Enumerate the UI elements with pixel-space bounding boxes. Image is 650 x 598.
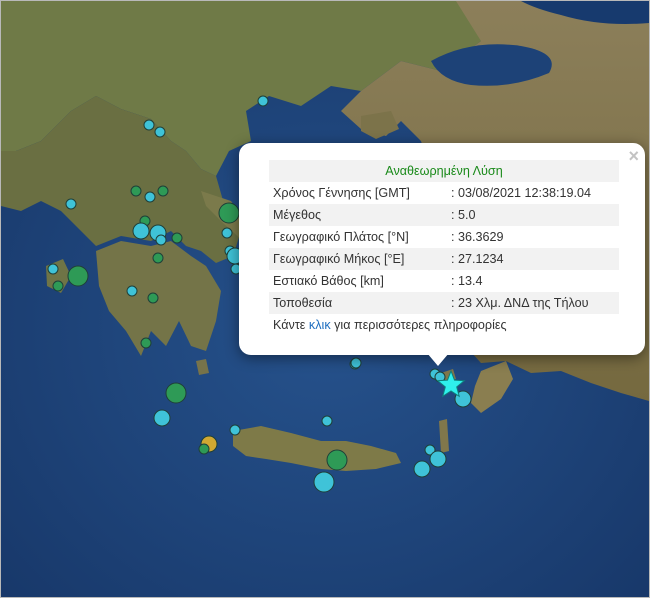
- earthquake-marker[interactable]: [326, 449, 348, 471]
- detail-label: Γεωγραφικό Μήκος [°E]: [269, 248, 447, 270]
- more-info-line: Κάντε κλικ για περισσότερες πληροφορίες: [269, 314, 619, 336]
- earthquake-marker[interactable]: [157, 185, 169, 197]
- map-view[interactable]: × Αναθεωρημένη Λύση Χρόνος Γέννησης [GMT…: [0, 0, 650, 598]
- more-info-prefix: Κάντε: [273, 318, 306, 332]
- earthquake-marker[interactable]: [153, 409, 171, 427]
- earthquake-marker[interactable]: [313, 471, 335, 493]
- popup-title: Αναθεωρημένη Λύση: [269, 160, 619, 182]
- earthquake-marker[interactable]: [218, 202, 240, 224]
- more-info-suffix: για περισσότερες πληροφορίες: [334, 318, 507, 332]
- detail-label: Γεωγραφικό Πλάτος [°N]: [273, 230, 409, 244]
- earthquake-marker[interactable]: [143, 119, 155, 131]
- earthquake-marker[interactable]: [47, 263, 59, 275]
- detail-value: : 27.1234: [447, 248, 619, 270]
- earthquake-popup: × Αναθεωρημένη Λύση Χρόνος Γέννησης [GMT…: [239, 143, 645, 355]
- earthquake-marker[interactable]: [221, 227, 233, 239]
- popup-pointer: [427, 353, 449, 366]
- earthquake-marker[interactable]: [413, 460, 431, 478]
- earthquake-marker[interactable]: [198, 443, 210, 455]
- earthquake-marker[interactable]: [155, 234, 167, 246]
- more-info-link[interactable]: κλικ: [309, 318, 331, 332]
- detail-row: Χρόνος Γέννησης [GMT] : 03/08/2021 12:38…: [269, 182, 619, 204]
- detail-value: : 23 Χλμ. ΔΝΔ της Τήλου: [447, 292, 619, 314]
- earthquake-marker[interactable]: [130, 185, 142, 197]
- detail-row: Τοποθεσία : 23 Χλμ. ΔΝΔ της Τήλου: [269, 292, 619, 314]
- detail-row: Γεωγραφικό Πλάτος [°N] : 36.3629: [269, 226, 619, 248]
- detail-row: Μέγεθος : 5.0: [269, 204, 619, 226]
- detail-row: Γεωγραφικό Μήκος [°E] : 27.1234: [269, 248, 619, 270]
- earthquake-marker[interactable]: [257, 95, 269, 107]
- detail-value: : 5.0: [447, 204, 619, 226]
- detail-row: Εστιακό Βάθος [km] : 13.4: [269, 270, 619, 292]
- earthquake-marker[interactable]: [350, 357, 362, 369]
- detail-value: : 36.3629: [451, 230, 504, 244]
- earthquake-marker[interactable]: [154, 126, 166, 138]
- detail-value: : 13.4: [451, 274, 483, 288]
- earthquake-marker[interactable]: [171, 232, 183, 244]
- detail-label: Εστιακό Βάθος [km]: [273, 274, 384, 288]
- earthquake-marker[interactable]: [147, 292, 159, 304]
- earthquake-marker[interactable]: [321, 415, 333, 427]
- earthquake-marker[interactable]: [65, 198, 77, 210]
- detail-label: Τοποθεσία: [269, 292, 447, 314]
- earthquake-marker[interactable]: [132, 222, 150, 240]
- detail-value: : 03/08/2021 12:38:19.04: [451, 186, 592, 200]
- detail-label: Χρόνος Γέννησης [GMT]: [273, 186, 410, 200]
- close-icon[interactable]: ×: [628, 147, 639, 165]
- earthquake-details-table: Αναθεωρημένη Λύση Χρόνος Γέννησης [GMT] …: [269, 160, 619, 336]
- earthquake-marker[interactable]: [165, 382, 187, 404]
- earthquake-marker[interactable]: [126, 285, 138, 297]
- earthquake-marker[interactable]: [229, 424, 241, 436]
- earthquake-marker[interactable]: [152, 252, 164, 264]
- earthquake-marker[interactable]: [52, 280, 64, 292]
- earthquake-marker[interactable]: [429, 450, 447, 468]
- earthquake-marker[interactable]: [144, 191, 156, 203]
- earthquake-marker[interactable]: [67, 265, 89, 287]
- detail-label: Μέγεθος: [269, 204, 447, 226]
- earthquake-marker[interactable]: [140, 337, 152, 349]
